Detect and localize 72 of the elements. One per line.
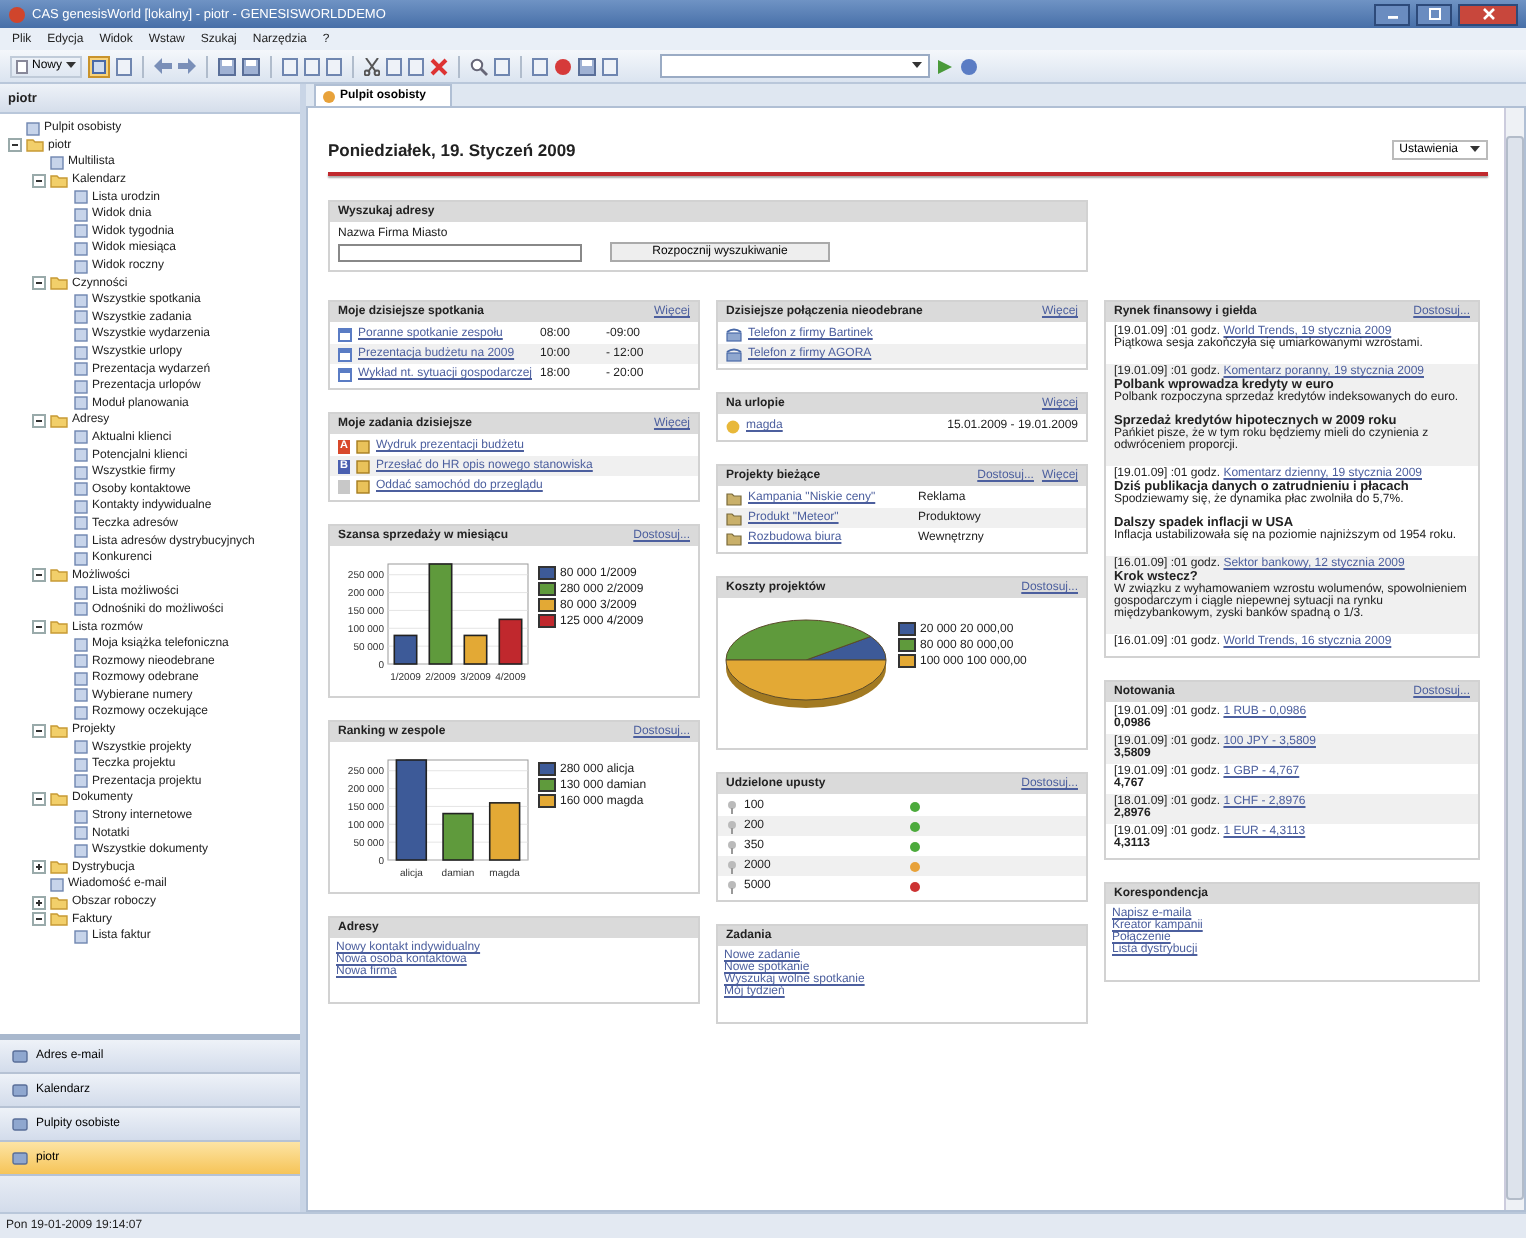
- caret-icon: [66, 62, 77, 70]
- page-icon[interactable]: [532, 57, 549, 75]
- calendar-icon: [338, 367, 352, 381]
- phone-icon: [726, 327, 742, 341]
- maximize-icon: [1427, 8, 1441, 20]
- folder-icon: [50, 723, 68, 738]
- page-icon[interactable]: [494, 57, 511, 75]
- expand-toggle[interactable]: [32, 860, 46, 875]
- minimize-button[interactable]: [1374, 3, 1410, 25]
- collapse-toggle[interactable]: [32, 912, 46, 927]
- window-icon: [12, 1082, 28, 1098]
- page-icon: [16, 59, 28, 73]
- folder-icon: [50, 413, 68, 428]
- delete-icon[interactable]: [430, 57, 449, 75]
- collapse-toggle[interactable]: [32, 276, 46, 291]
- window-icon[interactable]: [88, 55, 111, 77]
- globe-icon[interactable]: [960, 57, 979, 75]
- window-icon: [12, 1150, 28, 1166]
- back-arrow-icon[interactable]: [154, 58, 173, 74]
- bar: [393, 634, 418, 665]
- pin-icon: [726, 819, 738, 833]
- close-button[interactable]: [1458, 3, 1518, 25]
- folder-icon: [50, 620, 68, 635]
- ball-icon[interactable]: [554, 57, 573, 75]
- page-icon: [26, 121, 40, 136]
- caret-icon: [912, 62, 923, 70]
- page-icon[interactable]: [116, 57, 133, 75]
- collapse-toggle[interactable]: [32, 173, 46, 188]
- bar: [395, 759, 428, 861]
- calendar-icon: [338, 327, 352, 341]
- page-icon: [74, 929, 88, 944]
- folder-icon: [50, 568, 68, 583]
- pin-icon: [726, 839, 738, 853]
- go-icon[interactable]: [936, 57, 955, 75]
- pin-icon: [726, 799, 738, 813]
- search-icon[interactable]: [470, 57, 489, 75]
- app-icon: [8, 5, 26, 23]
- search-field[interactable]: [338, 243, 582, 261]
- window-icon: [12, 1048, 28, 1064]
- folder-icon: [50, 276, 68, 291]
- bar: [428, 563, 453, 665]
- folder-icon: [50, 173, 68, 188]
- bar: [488, 802, 521, 861]
- bar: [498, 618, 523, 665]
- page-icon[interactable]: [602, 57, 619, 75]
- collapse-toggle[interactable]: [32, 620, 46, 635]
- ball-icon: [322, 89, 336, 103]
- caret-icon: [1470, 146, 1480, 154]
- bar: [442, 812, 474, 861]
- close-icon: [1481, 8, 1495, 20]
- collapse-toggle[interactable]: [32, 723, 46, 738]
- pin-icon: [726, 859, 738, 873]
- collapse-toggle[interactable]: [32, 791, 46, 806]
- folder-icon: [26, 138, 44, 153]
- forward-arrow-icon[interactable]: [178, 58, 197, 74]
- bar: [463, 634, 488, 665]
- collapse-toggle[interactable]: [32, 568, 46, 583]
- collapse-toggle[interactable]: [8, 138, 22, 153]
- maximize-button[interactable]: [1416, 3, 1452, 25]
- ball-icon: [726, 419, 740, 433]
- collapse-toggle[interactable]: [32, 413, 46, 428]
- calendar-icon: [338, 347, 352, 361]
- date-heading: Poniedziałek, 19. Styczeń 2009: [328, 140, 576, 160]
- folder-icon: [50, 791, 68, 806]
- page-icon: [50, 155, 64, 170]
- expand-toggle[interactable]: [32, 895, 46, 910]
- scissors-icon[interactable]: [364, 57, 381, 75]
- folder-icon: [50, 860, 68, 875]
- phone-icon: [726, 347, 742, 361]
- pin-icon: [726, 879, 738, 893]
- page-icon: [50, 877, 64, 892]
- window-icon: [12, 1116, 28, 1132]
